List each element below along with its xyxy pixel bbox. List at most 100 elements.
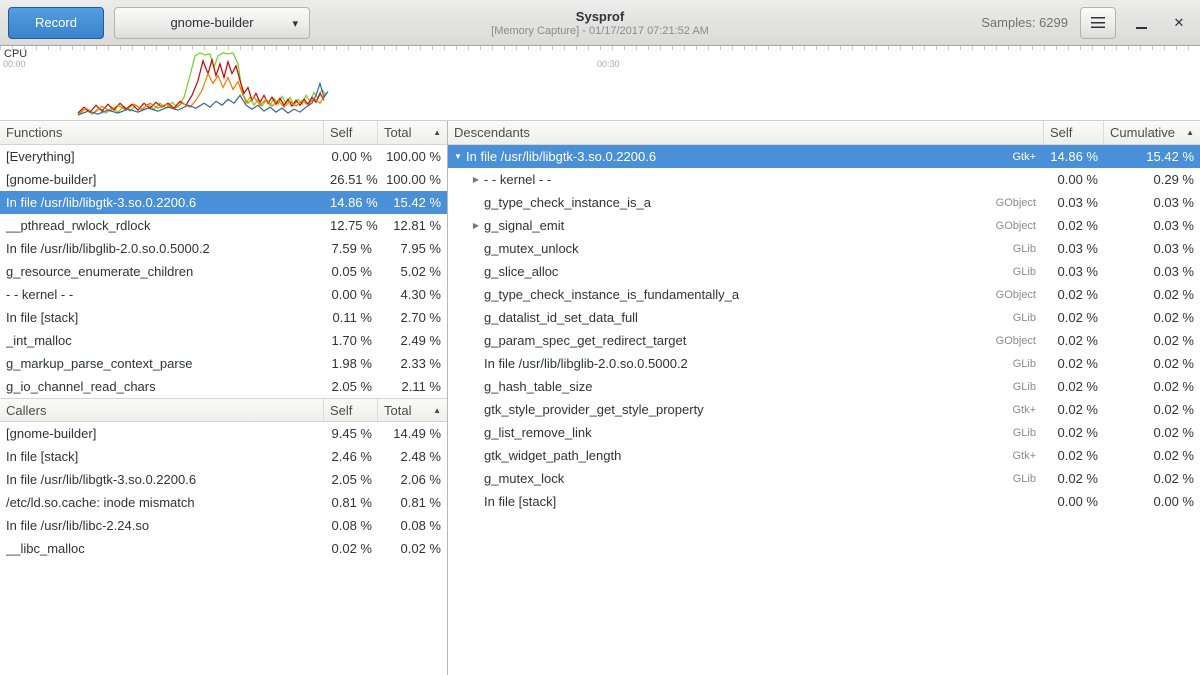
symbol-name: g_mutex_unlock <box>484 241 579 256</box>
self-percent: 14.86 % <box>1044 149 1104 164</box>
function-row[interactable]: g_resource_enumerate_children0.05 %5.02 … <box>0 260 447 283</box>
menu-button[interactable] <box>1080 7 1116 39</box>
cpu-line-green <box>78 53 326 115</box>
caller-row[interactable]: /etc/ld.so.cache: inode mismatch0.81 %0.… <box>0 491 447 514</box>
expander-collapsed-icon[interactable]: ▶ <box>468 175 484 184</box>
descendant-name-cell: gtk_style_provider_get_style_propertyGtk… <box>448 402 1044 417</box>
function-row[interactable]: In file /usr/lib/libgtk-3.so.0.2200.614.… <box>0 191 447 214</box>
descendant-name-cell: g_mutex_lockGLib <box>448 471 1044 486</box>
descendant-row[interactable]: g_type_check_instance_is_aGObject0.03 %0… <box>448 191 1200 214</box>
self-column-header[interactable]: Self <box>324 121 378 144</box>
timeline-tick-start: 00:00 <box>3 59 26 69</box>
descendant-name-cell: g_slice_allocGLib <box>448 264 1044 279</box>
self-percent: 0.00 % <box>1044 172 1104 187</box>
hamburger-icon <box>1091 17 1105 28</box>
callers-self-column-header[interactable]: Self <box>324 399 378 421</box>
symbol-name: In file /usr/lib/libgtk-3.so.0.2200.6 <box>466 149 656 164</box>
descendant-name-cell: gtk_widget_path_lengthGtk+ <box>448 448 1044 463</box>
descendant-row[interactable]: gtk_widget_path_lengthGtk+0.02 %0.02 % <box>448 444 1200 467</box>
expander-expanded-icon[interactable]: ▼ <box>450 152 466 161</box>
descendant-row[interactable]: gtk_style_provider_get_style_propertyGtk… <box>448 398 1200 421</box>
caller-row[interactable]: __libc_malloc0.02 %0.02 % <box>0 537 447 560</box>
self-percent: 0.02 % <box>1044 471 1104 486</box>
expander-collapsed-icon[interactable]: ▶ <box>468 221 484 230</box>
library-tag: GLib <box>1013 312 1044 324</box>
callers-table-header: Callers Self Total ▲ <box>0 398 447 422</box>
caller-row[interactable]: In file /usr/lib/libgtk-3.so.0.2200.62.0… <box>0 468 447 491</box>
self-column-label: Self <box>330 125 352 140</box>
function-row[interactable]: __pthread_rwlock_rdlock12.75 %12.81 % <box>0 214 447 237</box>
total-percent: 0.81 % <box>378 495 447 510</box>
function-row[interactable]: g_io_channel_read_chars2.05 %2.11 % <box>0 375 447 398</box>
symbol-name: In file [stack] <box>484 494 556 509</box>
total-percent: 2.33 % <box>378 356 447 371</box>
function-row[interactable]: [Everything]0.00 %100.00 % <box>0 145 447 168</box>
self-percent: 0.81 % <box>324 495 378 510</box>
descendant-row[interactable]: g_datalist_id_set_data_fullGLib0.02 %0.0… <box>448 306 1200 329</box>
function-row[interactable]: - - kernel - -0.00 %4.30 % <box>0 283 447 306</box>
descendants-self-column-label: Self <box>1050 125 1072 140</box>
caller-row[interactable]: In file /usr/lib/libc-2.24.so0.08 %0.08 … <box>0 514 447 537</box>
minimize-icon <box>1136 27 1147 29</box>
headerbar-right: Samples: 6299 ✕ <box>981 7 1192 39</box>
descendant-row[interactable]: ▶- - kernel - -0.00 %0.29 % <box>448 168 1200 191</box>
descendant-row[interactable]: In file /usr/lib/libglib-2.0.so.0.5000.2… <box>448 352 1200 375</box>
function-row[interactable]: In file /usr/lib/libglib-2.0.so.0.5000.2… <box>0 237 447 260</box>
symbol-name: In file /usr/lib/libglib-2.0.so.0.5000.2 <box>0 241 324 256</box>
self-percent: 14.86 % <box>324 195 378 210</box>
symbol-name: _int_malloc <box>0 333 324 348</box>
self-percent: 2.05 % <box>324 472 378 487</box>
symbol-name: g_mutex_lock <box>484 471 564 486</box>
cumulative-column-header[interactable]: Cumulative ▲ <box>1104 121 1200 144</box>
symbol-name: __libc_malloc <box>0 541 324 556</box>
symbol-name: [gnome-builder] <box>0 426 324 441</box>
library-tag: GObject <box>996 220 1044 232</box>
descendants-column-header[interactable]: Descendants <box>448 121 1044 144</box>
descendant-row[interactable]: g_mutex_unlockGLib0.03 %0.03 % <box>448 237 1200 260</box>
total-percent: 7.95 % <box>378 241 447 256</box>
function-row[interactable]: _int_malloc1.70 %2.49 % <box>0 329 447 352</box>
total-percent: 15.42 % <box>378 195 447 210</box>
descendant-row[interactable]: g_type_check_instance_is_fundamentally_a… <box>448 283 1200 306</box>
descendant-name-cell: g_list_remove_linkGLib <box>448 425 1044 440</box>
descendant-row[interactable]: g_list_remove_linkGLib0.02 %0.02 % <box>448 421 1200 444</box>
descendants-self-column-header[interactable]: Self <box>1044 121 1104 144</box>
record-button[interactable]: Record <box>8 7 104 39</box>
cumulative-percent: 0.02 % <box>1104 471 1200 486</box>
caller-row[interactable]: [gnome-builder]9.45 %14.49 % <box>0 422 447 445</box>
minimize-button[interactable] <box>1128 10 1154 36</box>
library-tag: GLib <box>1013 243 1044 255</box>
function-row[interactable]: g_markup_parse_context_parse1.98 %2.33 % <box>0 352 447 375</box>
cumulative-column-label: Cumulative <box>1110 125 1175 140</box>
cpu-timeline-graph[interactable]: CPU 00:00 00:30 <box>0 46 1200 121</box>
descendant-row[interactable]: g_hash_table_sizeGLib0.02 %0.02 % <box>448 375 1200 398</box>
library-tag: GLib <box>1013 358 1044 370</box>
descendant-row[interactable]: ▼In file /usr/lib/libgtk-3.so.0.2200.6Gt… <box>448 145 1200 168</box>
descendants-table-body: ▼In file /usr/lib/libgtk-3.so.0.2200.6Gt… <box>448 145 1200 513</box>
descendant-row[interactable]: g_slice_allocGLib0.03 %0.03 % <box>448 260 1200 283</box>
self-percent: 0.11 % <box>324 310 378 325</box>
process-selector-dropdown[interactable]: gnome-builder ▾ <box>114 7 310 39</box>
callers-column-header[interactable]: Callers <box>0 399 324 421</box>
symbol-name: g_signal_emit <box>484 218 564 233</box>
function-row[interactable]: In file [stack]0.11 %2.70 % <box>0 306 447 329</box>
close-button[interactable]: ✕ <box>1166 10 1192 36</box>
descendant-row[interactable]: ▶g_signal_emitGObject0.02 %0.03 % <box>448 214 1200 237</box>
total-column-header[interactable]: Total ▲ <box>378 121 447 144</box>
function-row[interactable]: [gnome-builder]26.51 %100.00 % <box>0 168 447 191</box>
callers-total-column-header[interactable]: Total ▲ <box>378 399 447 421</box>
caller-row[interactable]: In file [stack]2.46 %2.48 % <box>0 445 447 468</box>
window-title: Sysprof <box>576 9 624 24</box>
total-percent: 2.70 % <box>378 310 447 325</box>
functions-column-header[interactable]: Functions <box>0 121 324 144</box>
cumulative-percent: 0.02 % <box>1104 310 1200 325</box>
descendant-name-cell: In file /usr/lib/libglib-2.0.so.0.5000.2… <box>448 356 1044 371</box>
descendant-name-cell: ▼In file /usr/lib/libgtk-3.so.0.2200.6Gt… <box>448 149 1044 164</box>
sort-indicator-icon: ▲ <box>429 406 441 415</box>
descendant-row[interactable]: g_param_spec_get_redirect_targetGObject0… <box>448 329 1200 352</box>
descendant-row[interactable]: g_mutex_lockGLib0.02 %0.02 % <box>448 467 1200 490</box>
symbol-name: /etc/ld.so.cache: inode mismatch <box>0 495 324 510</box>
total-percent: 14.49 % <box>378 426 447 441</box>
library-tag: GLib <box>1013 266 1044 278</box>
descendant-row[interactable]: In file [stack]0.00 %0.00 % <box>448 490 1200 513</box>
